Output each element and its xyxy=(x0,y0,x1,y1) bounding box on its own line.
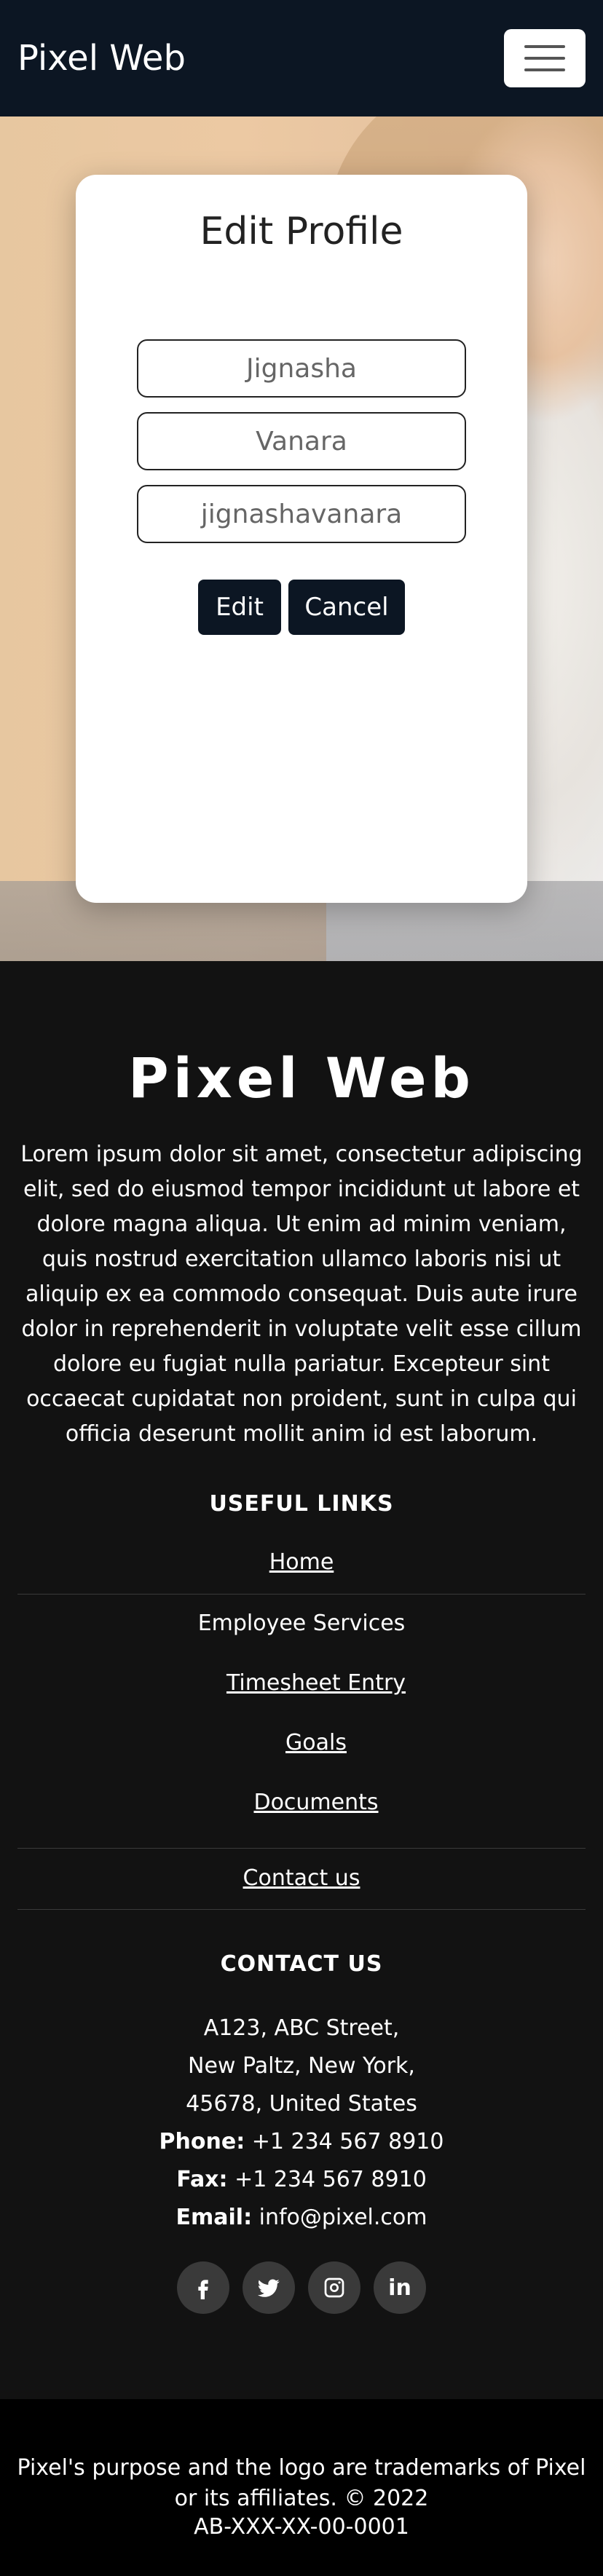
address-line-3: 45678, United States xyxy=(186,2091,417,2117)
username-field[interactable] xyxy=(137,485,466,543)
social-links: in xyxy=(0,2261,603,2314)
hamburger-icon-bar xyxy=(524,57,565,60)
copyright-text: Pixel's purpose and the logo are tradema… xyxy=(17,2455,586,2511)
divider xyxy=(17,1848,586,1849)
employee-services-link[interactable]: Employee Services xyxy=(0,1611,603,1636)
fax-line: Fax: +1 234 567 8910 xyxy=(0,2161,603,2199)
email-label: Email: xyxy=(176,2205,253,2230)
fax-label: Fax: xyxy=(176,2167,228,2192)
address-line-2: New Paltz, New York, xyxy=(188,2053,415,2079)
page-title: Edit Profile xyxy=(200,210,403,253)
first-name-field[interactable] xyxy=(137,339,466,398)
footer-code: AB-XXX-XX-00-0001 xyxy=(194,2514,409,2540)
address-line-1: A123, ABC Street, xyxy=(203,2015,400,2041)
home-link[interactable]: Home xyxy=(0,1549,603,1575)
twitter-icon[interactable] xyxy=(243,2261,295,2314)
navbar: Pixel Web xyxy=(0,0,603,116)
hero-background: Edit Profile Edit Cancel xyxy=(0,116,603,961)
contact-us-heading: CONTACT US xyxy=(220,1951,383,1977)
useful-links-heading: USEFUL LINKS xyxy=(209,1491,394,1517)
hamburger-icon-bar xyxy=(524,45,565,48)
divider xyxy=(17,1909,586,1910)
fax-value: +1 234 567 8910 xyxy=(234,2167,427,2192)
edit-button[interactable]: Edit xyxy=(198,580,281,635)
goals-link[interactable]: Goals xyxy=(0,1730,603,1755)
footer: Pixel Web Lorem ipsum dolor sit amet, co… xyxy=(0,961,603,2399)
email-line: Email: info@pixel.com xyxy=(0,2199,603,2237)
contact-us-link[interactable]: Contact us xyxy=(0,1865,603,1891)
brand-logo[interactable]: Pixel Web xyxy=(17,38,186,79)
timesheet-entry-link[interactable]: Timesheet Entry xyxy=(0,1670,603,1696)
hamburger-icon-bar xyxy=(524,68,565,71)
last-name-field[interactable] xyxy=(137,412,466,470)
footer-description: Lorem ipsum dolor sit amet, consectetur … xyxy=(20,1142,583,1447)
phone-line: Phone: +1 234 567 8910 xyxy=(0,2123,603,2161)
documents-link[interactable]: Documents xyxy=(0,1790,603,1815)
email-value[interactable]: info@pixel.com xyxy=(259,2205,427,2230)
divider xyxy=(17,1594,586,1595)
edit-profile-card: Edit Profile Edit Cancel xyxy=(76,175,527,903)
footer-brand: Pixel Web xyxy=(128,1046,475,1110)
menu-toggle-button[interactable] xyxy=(504,29,586,87)
cancel-button[interactable]: Cancel xyxy=(288,580,405,635)
linkedin-icon[interactable]: in xyxy=(374,2261,426,2314)
phone-label: Phone: xyxy=(159,2129,245,2154)
facebook-icon[interactable] xyxy=(177,2261,229,2314)
instagram-icon[interactable] xyxy=(308,2261,360,2314)
phone-value: +1 234 567 8910 xyxy=(251,2129,444,2154)
footer-bottom: Pixel's purpose and the logo are tradema… xyxy=(0,2399,603,2576)
